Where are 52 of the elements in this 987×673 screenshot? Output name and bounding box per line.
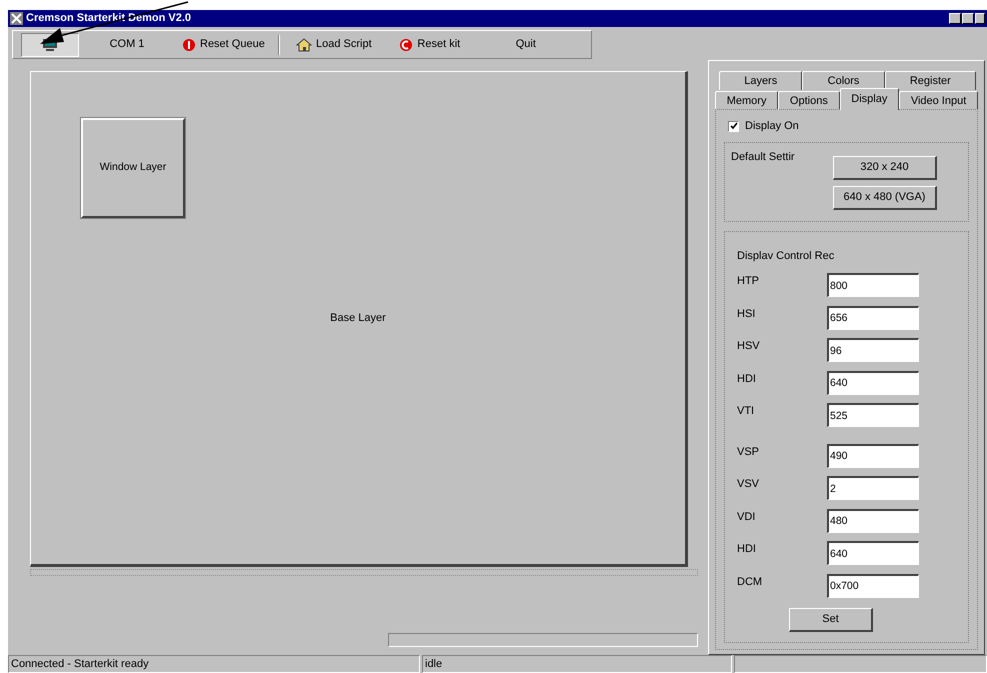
status-text: idle [422, 655, 732, 673]
field-label: HSI [737, 306, 756, 322]
checkbox-label: Display On [745, 119, 799, 134]
toolbar-button[interactable]: Load Script [286, 32, 382, 56]
toolbar-button[interactable]: COM 1 [79, 32, 175, 56]
group-label: Default Settir [731, 150, 796, 164]
stop-icon [182, 38, 196, 52]
field-label: DCM [737, 574, 764, 590]
house-icon [296, 38, 312, 52]
field-label: VSV [737, 477, 760, 492]
input-field[interactable]: 525 [827, 403, 919, 428]
toolbar-button[interactable]: Quit [478, 32, 574, 56]
check-icon [730, 122, 738, 130]
tab[interactable]: Colors [802, 71, 885, 90]
minimize-button[interactable] [949, 13, 961, 24]
input-field[interactable]: 640 [827, 370, 919, 395]
input-field[interactable]: 0x700 [827, 574, 919, 598]
input-field[interactable]: 656 [827, 306, 919, 330]
maximize-button[interactable] [962, 13, 974, 24]
toolbar-button[interactable]: Reset kit [382, 32, 478, 56]
status-text: Connected - Starterkit ready [8, 655, 420, 673]
set-button[interactable]: Set [789, 608, 873, 632]
tab[interactable]: Register [884, 71, 976, 90]
input-field[interactable]: 490 [827, 444, 919, 468]
app-icon [10, 12, 23, 25]
field-label: VSP [737, 444, 760, 460]
window-title: Cremson Starterkit Demon V2.0 [26, 11, 192, 26]
tab[interactable]: Layers [719, 71, 802, 90]
base-layer-label: Base Layer [330, 310, 386, 326]
tab[interactable]: Options [778, 91, 840, 110]
close-button[interactable] [975, 13, 985, 24]
input-field[interactable]: 480 [827, 508, 919, 533]
field-label: VDI [737, 510, 756, 524]
tab[interactable]: Memory [715, 91, 778, 110]
tab[interactable]: Display [840, 88, 900, 110]
input-field[interactable]: 640 [827, 541, 919, 566]
toolbar-button[interactable]: Reset Queue [175, 32, 272, 56]
field-label: HTP [737, 274, 760, 289]
input-field[interactable]: 2 [827, 476, 919, 500]
reset-icon [399, 38, 414, 52]
input-field[interactable]: 800 [827, 273, 919, 298]
field-label: VTI [737, 404, 756, 419]
input-field[interactable]: 96 [827, 338, 919, 362]
field-label: HSV [737, 339, 761, 354]
checkbox[interactable] [728, 120, 739, 132]
field-label: HDI [737, 542, 757, 557]
preset-button[interactable]: 320 x 240 [833, 156, 937, 180]
group-label: Displav Control Rec [737, 248, 836, 264]
field-label: HDI [737, 372, 757, 386]
tab[interactable]: Video Input [899, 91, 978, 110]
window-layer[interactable]: Window Layer [81, 118, 185, 218]
preset-button[interactable]: 640 x 480 (VGA) [833, 186, 937, 210]
